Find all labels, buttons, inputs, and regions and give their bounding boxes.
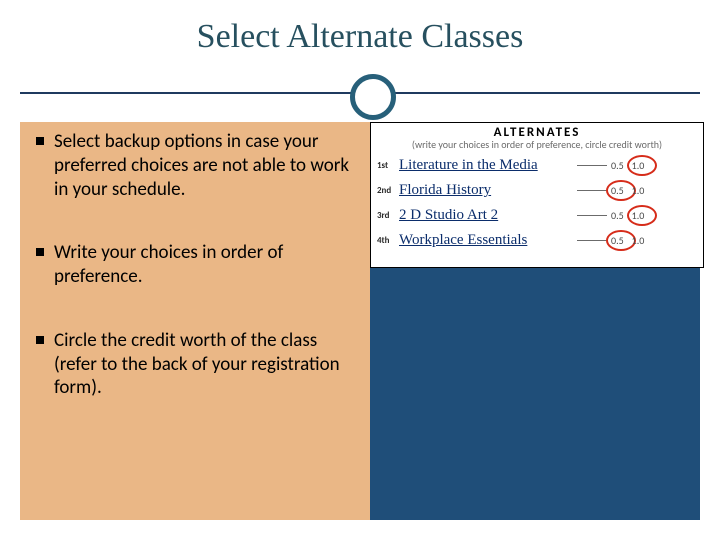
- credit-value: 1.0: [632, 234, 645, 247]
- credit-value-circled: 1.0: [632, 209, 645, 222]
- form-row: 2nd Florida History 0.5 1.0: [377, 178, 697, 203]
- credit-options: 0.5 1.0: [611, 159, 644, 172]
- fill-line: [577, 190, 607, 191]
- instruction-panel: Select backup options in case your prefe…: [20, 122, 370, 520]
- ordinal-label: 1st: [377, 160, 399, 171]
- credit-options: 0.5 1.0: [611, 184, 644, 197]
- credit-value: 1.0: [632, 184, 645, 197]
- credit-value-circled: 0.5: [611, 184, 624, 197]
- credit-value-circled: 1.0: [632, 159, 645, 172]
- credit-value: 0.5: [611, 159, 624, 172]
- form-row: 4th Workplace Essentials 0.5 1.0: [377, 228, 697, 253]
- bullet-item: Write your choices in order of preferenc…: [40, 241, 356, 289]
- credit-options: 0.5 1.0: [611, 209, 644, 222]
- fill-line: [577, 165, 607, 166]
- ordinal-label: 2nd: [377, 185, 399, 196]
- alternates-form: ALTERNATES (write your choices in order …: [370, 122, 704, 268]
- form-rows: 1st Literature in the Media 0.5 1.0 2nd …: [371, 151, 703, 253]
- ordinal-label: 3rd: [377, 210, 399, 221]
- ordinal-label: 4th: [377, 235, 399, 246]
- slide: Select Alternate Classes Select backup o…: [0, 0, 720, 540]
- fill-line: [577, 240, 607, 241]
- form-subtitle: (write your choices in order of preferen…: [371, 138, 703, 151]
- form-row: 1st Literature in the Media 0.5 1.0: [377, 153, 697, 178]
- credit-value: 0.5: [611, 209, 624, 222]
- fill-line: [577, 215, 607, 216]
- form-header: ALTERNATES (write your choices in order …: [371, 123, 703, 151]
- bullet-item: Select backup options in case your prefe…: [40, 130, 356, 201]
- course-name: Florida History: [399, 182, 573, 199]
- page-title: Select Alternate Classes: [0, 18, 720, 56]
- instruction-list: Select backup options in case your prefe…: [20, 122, 370, 400]
- form-row: 3rd 2 D Studio Art 2 0.5 1.0: [377, 203, 697, 228]
- course-name: Workplace Essentials: [399, 232, 573, 249]
- course-name: 2 D Studio Art 2: [399, 207, 573, 224]
- ring-icon: [350, 74, 396, 120]
- bullet-item: Circle the credit worth of the class (re…: [40, 329, 356, 400]
- course-name: Literature in the Media: [399, 157, 573, 174]
- credit-value-circled: 0.5: [611, 234, 624, 247]
- credit-options: 0.5 1.0: [611, 234, 644, 247]
